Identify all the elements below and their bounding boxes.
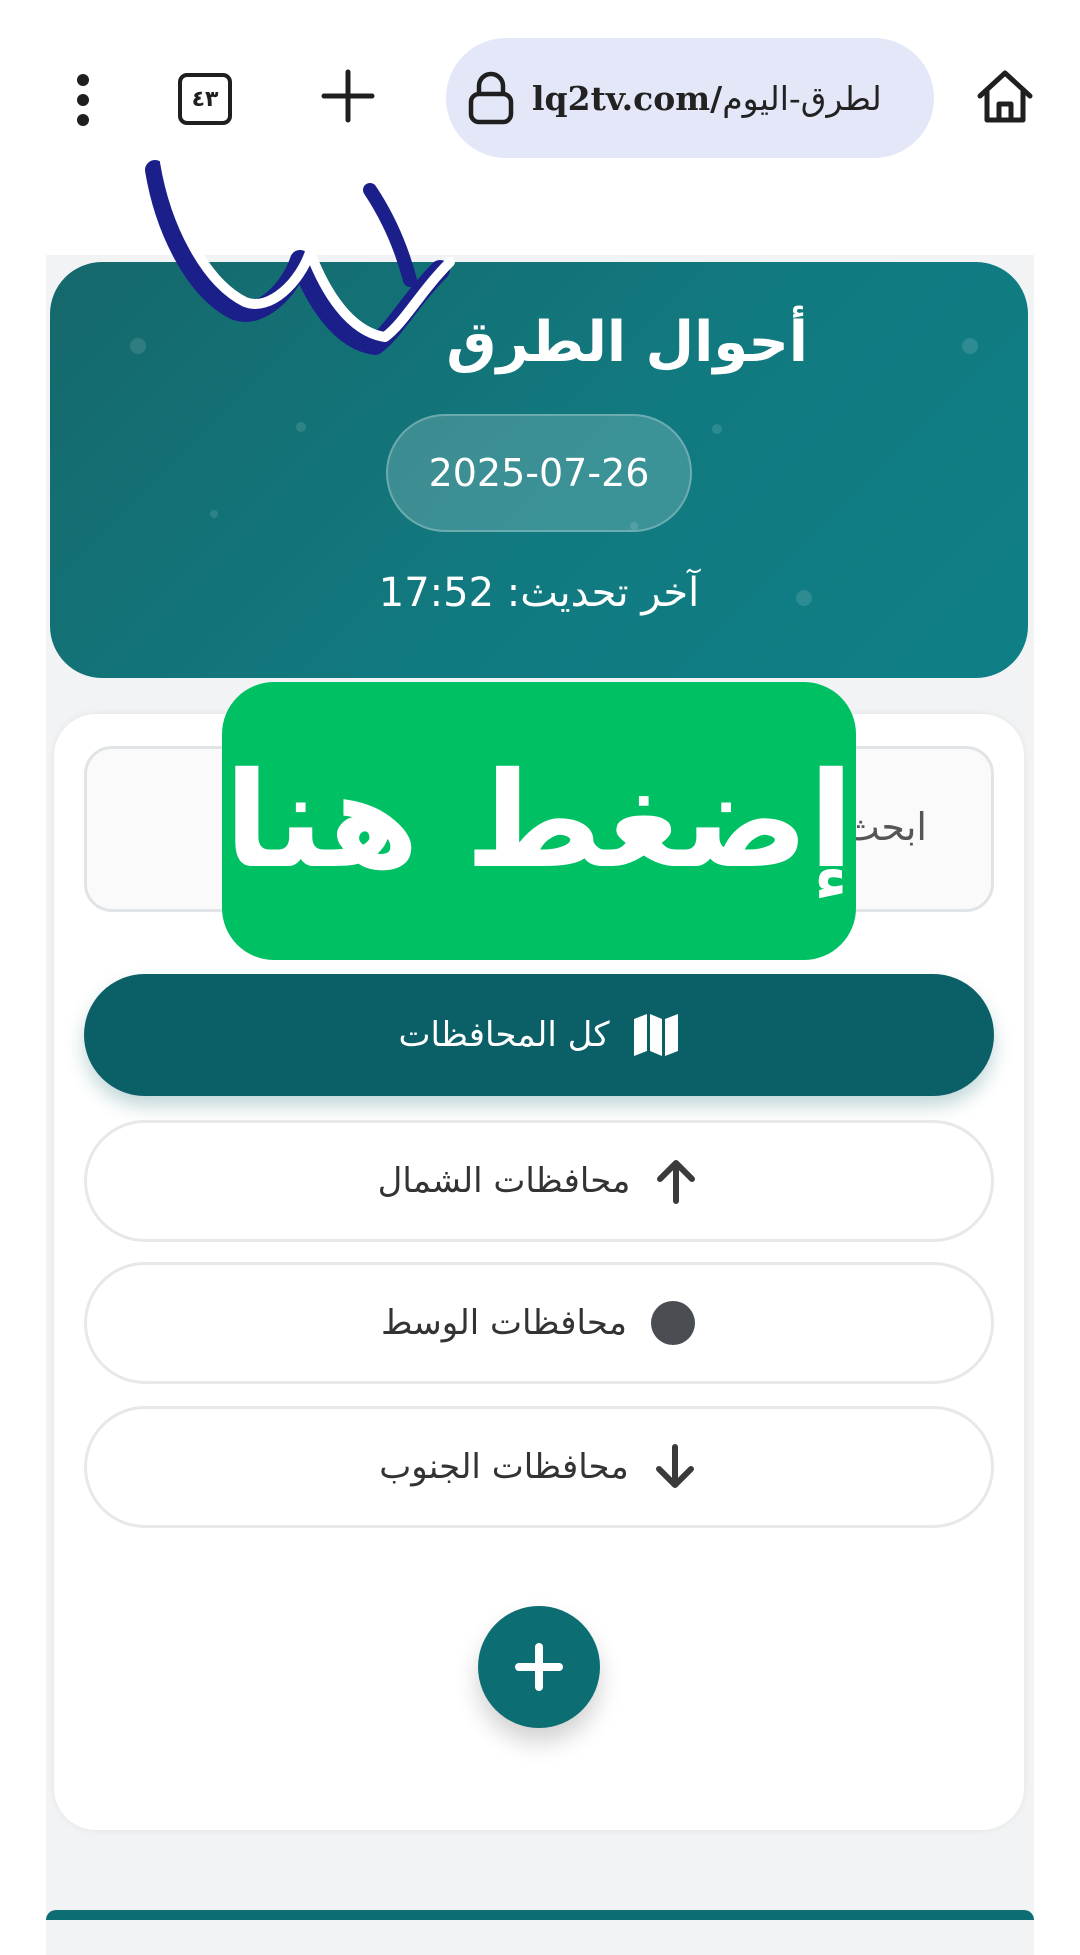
last-update-text: آخر تحديث: 17:52: [378, 570, 700, 616]
tab-switcher-button[interactable]: ٤٣: [178, 73, 232, 125]
decor-dot: [130, 338, 146, 354]
arrow-up-icon: [657, 1160, 696, 1204]
decor-dot: [962, 338, 978, 354]
add-button[interactable]: [478, 1606, 600, 1728]
decor-dot: [210, 510, 218, 518]
promo-click-here-button[interactable]: إضغط هنا: [222, 682, 856, 960]
search-placeholder: ابحث: [844, 805, 927, 849]
next-section-edge: [46, 1910, 1034, 1920]
browser-toolbar: ٤٣ lq2tv.com/لطرق-اليوم: [0, 0, 1080, 185]
decor-dot: [712, 424, 722, 434]
tab-count: ٤٣: [191, 86, 219, 112]
address-bar[interactable]: lq2tv.com/لطرق-اليوم: [446, 38, 934, 158]
region-label: كل المحافظات: [398, 1015, 610, 1055]
region-all-button[interactable]: كل المحافظات: [84, 974, 994, 1096]
header-card: أحوال الطرق 2025-07-26 آخر تحديث: 17:52: [50, 262, 1028, 678]
url-domain: lq2tv.com/: [532, 78, 723, 118]
region-center-button[interactable]: محافظات الوسط: [84, 1262, 994, 1384]
more-options-icon[interactable]: [62, 70, 102, 130]
region-label: محافظات الوسط: [381, 1303, 627, 1343]
lock-icon: [468, 71, 514, 125]
region-north-button[interactable]: محافظات الشمال: [84, 1120, 994, 1242]
map-icon: [633, 1014, 678, 1056]
url-text: lq2tv.com/لطرق-اليوم: [532, 79, 882, 118]
plus-icon: [515, 1643, 563, 1691]
date-badge: 2025-07-26: [386, 414, 692, 532]
region-label: محافظات الجنوب: [379, 1447, 629, 1487]
arrow-down-icon: [655, 1444, 694, 1488]
page-title: أحوال الطرق: [446, 310, 808, 375]
home-icon[interactable]: [972, 64, 1038, 130]
region-label: محافظات الشمال: [377, 1161, 631, 1201]
plus-icon[interactable]: [320, 68, 376, 124]
circle-icon: [650, 1301, 695, 1345]
decor-dot: [296, 422, 306, 432]
region-south-button[interactable]: محافظات الجنوب: [84, 1406, 994, 1528]
url-path: لطرق-اليوم: [722, 78, 882, 118]
